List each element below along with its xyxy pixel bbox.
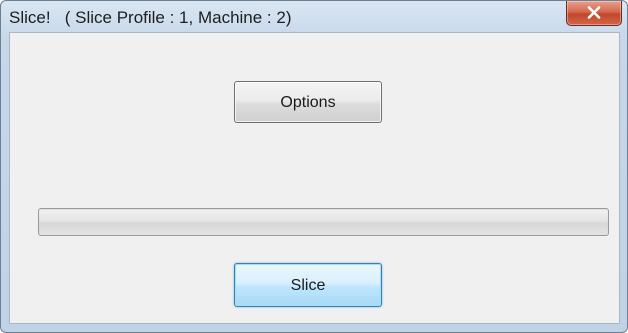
close-button[interactable] xyxy=(566,1,622,26)
title-bar[interactable]: Slice! ( Slice Profile : 1, Machine : 2) xyxy=(1,1,627,31)
slice-dialog-window: Slice! ( Slice Profile : 1, Machine : 2)… xyxy=(0,0,628,333)
options-button[interactable]: Options xyxy=(234,81,382,123)
close-icon xyxy=(587,6,601,19)
dialog-content: Options Slice xyxy=(9,32,620,324)
slice-button[interactable]: Slice xyxy=(234,263,382,307)
slice-progress-bar xyxy=(38,208,609,236)
window-title: Slice! ( Slice Profile : 1, Machine : 2) xyxy=(9,8,292,27)
